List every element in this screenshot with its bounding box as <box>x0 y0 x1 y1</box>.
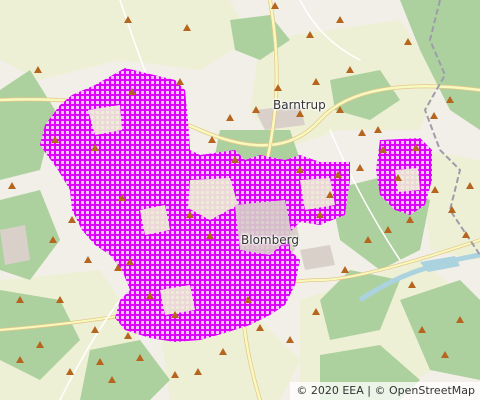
place-label-barntrup[interactable]: Barntrup <box>273 98 326 112</box>
place-label-blomberg[interactable]: Blomberg <box>241 233 299 247</box>
attribution-separator: | <box>367 384 371 397</box>
map-canvas[interactable] <box>0 0 480 400</box>
map-attribution: © 2020 EEA | © OpenStreetMap <box>290 382 480 400</box>
attribution-osm[interactable]: © OpenStreetMap <box>374 384 475 397</box>
map[interactable]: Barntrup Blomberg © 2020 EEA | © OpenStr… <box>0 0 480 400</box>
attribution-eea[interactable]: © 2020 EEA <box>296 384 363 397</box>
